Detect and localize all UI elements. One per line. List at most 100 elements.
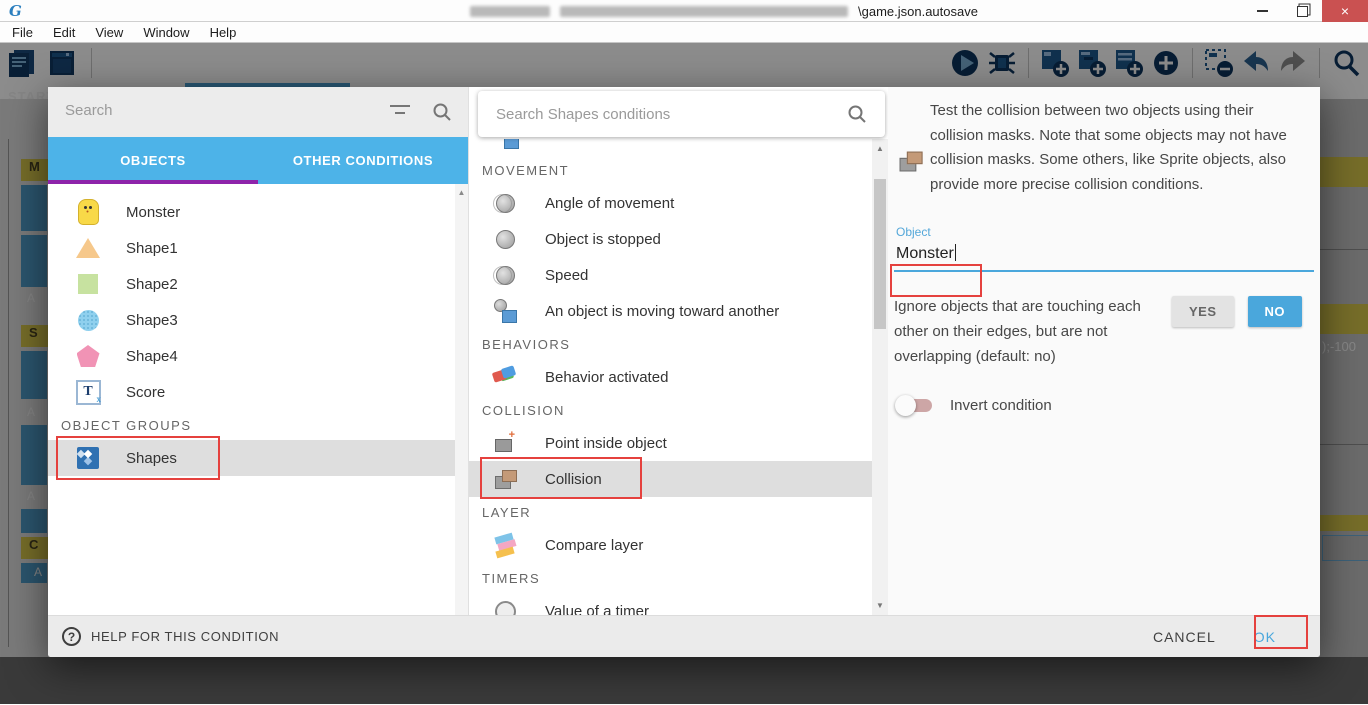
- condition-row-point-inside-object[interactable]: Point inside object: [469, 425, 872, 461]
- blue-square-icon: [497, 139, 525, 155]
- object-row-shape3[interactable]: Shape3: [48, 302, 468, 338]
- object-row-label: Score: [126, 384, 165, 401]
- tab-other-conditions[interactable]: OTHER CONDITIONS: [258, 137, 468, 184]
- object-field-label: Object: [896, 225, 1314, 239]
- menu-file[interactable]: File: [2, 23, 43, 42]
- object-list: ▲ MonsterShape1Shape2Shape3Shape4ScoreOB…: [48, 184, 468, 615]
- close-button[interactable]: ×: [1322, 0, 1368, 22]
- objects-panel: Search OBJECTS OTHER CONDITIONS ▲ Monste…: [48, 87, 468, 615]
- condition-row-value-of-a-timer[interactable]: Value of a timer: [469, 593, 872, 615]
- condition-row-angle-of-movement[interactable]: Angle of movement: [469, 185, 872, 221]
- condition-row-an-object-is-moving-toward-another[interactable]: An object is moving toward another: [469, 293, 872, 329]
- condition-row-object-is-stopped[interactable]: Object is stopped: [469, 221, 872, 257]
- search-icon: [847, 104, 867, 124]
- app-background: START M A S A A C A );-100 Searc: [0, 43, 1368, 704]
- help-icon[interactable]: ?: [62, 627, 81, 646]
- condition-list: MOVEMENT Angle of movement Object is stopp…: [469, 87, 872, 615]
- section-movement: MOVEMENT: [469, 155, 872, 185]
- annotation-object-input: [890, 264, 982, 297]
- gdevelop-logo-icon: G: [9, 2, 25, 18]
- section-layer: LAYER: [469, 497, 872, 527]
- menubar: FileEditViewWindowHelp: [0, 22, 1368, 43]
- object-row-label: Monster: [126, 204, 180, 221]
- window-title: \game.json.autosave: [470, 4, 978, 18]
- stopped-icon: [491, 225, 519, 253]
- minimize-button[interactable]: [1242, 0, 1282, 22]
- square-icon: [74, 270, 102, 298]
- ignore-edges-label: Ignore objects that are touching each ot…: [894, 294, 1152, 369]
- search-icon: [432, 102, 452, 122]
- object-search-placeholder: Search: [65, 102, 113, 119]
- condition-row-label: Compare layer: [545, 537, 643, 554]
- object-row-shape2[interactable]: Shape2: [48, 266, 468, 302]
- text-object-icon: [74, 378, 102, 406]
- object-row-label: Shape1: [126, 240, 178, 257]
- section-timers: TIMERS: [469, 563, 872, 593]
- dialog-footer: ? HELP FOR THIS CONDITION CANCEL OK: [48, 615, 1320, 657]
- condition-row-speed[interactable]: Speed: [469, 257, 872, 293]
- object-row-shape4[interactable]: Shape4: [48, 338, 468, 374]
- annotation-collision-row: [480, 457, 642, 499]
- object-row-label: Shape4: [126, 348, 178, 365]
- condition-row-label: Point inside object: [545, 435, 667, 452]
- object-row-monster[interactable]: Monster: [48, 194, 468, 230]
- point-inside-icon: [491, 429, 519, 457]
- scrollbar-thumb[interactable]: [874, 179, 886, 329]
- text-cursor: [955, 244, 956, 261]
- circle-icon: [74, 306, 102, 334]
- redacted-title-block: [470, 6, 550, 17]
- angle-icon: [491, 189, 519, 217]
- object-search-bar[interactable]: Search: [48, 87, 468, 137]
- filter-icon[interactable]: [390, 105, 410, 114]
- annotation-ok-button: [1254, 615, 1308, 649]
- condition-row-label: Object is stopped: [545, 231, 661, 248]
- conditions-scrollbar[interactable]: ▲ ▼: [872, 139, 888, 615]
- condition-parameters-panel: Test the collision between two objects u…: [888, 87, 1320, 615]
- objects-scrollbar[interactable]: ▲: [455, 184, 468, 615]
- menu-window[interactable]: Window: [133, 23, 199, 42]
- timer-icon: [491, 597, 519, 615]
- menu-help[interactable]: Help: [200, 23, 247, 42]
- triangle-icon: [74, 234, 102, 262]
- object-row-shape1[interactable]: Shape1: [48, 230, 468, 266]
- collision-icon: [895, 146, 924, 175]
- clipped-condition-row[interactable]: [469, 139, 872, 155]
- invert-condition-label: Invert condition: [950, 397, 1052, 414]
- condition-row-label: Behavior activated: [545, 369, 668, 386]
- invert-condition-toggle[interactable]: [898, 399, 932, 412]
- left-tabs: OBJECTS OTHER CONDITIONS: [48, 137, 468, 184]
- object-row-label: Shape2: [126, 276, 178, 293]
- no-button[interactable]: NO: [1248, 296, 1303, 327]
- titlebar: G \game.json.autosave ×: [0, 0, 1368, 22]
- monster-icon: [74, 198, 102, 226]
- cancel-button[interactable]: CANCEL: [1143, 621, 1226, 653]
- yes-button[interactable]: YES: [1172, 296, 1234, 327]
- restore-button[interactable]: [1282, 0, 1322, 22]
- condition-row-compare-layer[interactable]: Compare layer: [469, 527, 872, 563]
- object-row-score[interactable]: Score: [48, 374, 468, 410]
- help-link[interactable]: HELP FOR THIS CONDITION: [91, 629, 279, 644]
- moving-toward-icon: [491, 297, 519, 325]
- condition-row-label: An object is moving toward another: [545, 303, 779, 320]
- layer-icon: [491, 531, 519, 559]
- condition-row-behavior-activated[interactable]: Behavior activated: [469, 359, 872, 395]
- annotation-shapes-row: [56, 436, 220, 480]
- section-collision: COLLISION: [469, 395, 872, 425]
- menu-view[interactable]: View: [85, 23, 133, 42]
- window-title-text: \game.json.autosave: [858, 4, 978, 19]
- condition-search-bar[interactable]: Search Shapes conditions: [478, 91, 885, 137]
- condition-search-placeholder: Search Shapes conditions: [496, 106, 847, 123]
- conditions-panel: MOVEMENT Angle of movement Object is stopp…: [468, 87, 888, 615]
- behavior-icon: [491, 363, 519, 391]
- section-behaviors: BEHAVIORS: [469, 329, 872, 359]
- object-field-input[interactable]: Monster: [896, 244, 1314, 266]
- tab-objects[interactable]: OBJECTS: [48, 137, 258, 184]
- pentagon-icon: [74, 342, 102, 370]
- redacted-title-block: [560, 6, 848, 17]
- condition-row-label: Value of a timer: [545, 603, 649, 616]
- menu-edit[interactable]: Edit: [43, 23, 85, 42]
- condition-row-label: Speed: [545, 267, 588, 284]
- condition-row-label: Angle of movement: [545, 195, 674, 212]
- speed-icon: [491, 261, 519, 289]
- toggle-thumb: [895, 395, 916, 416]
